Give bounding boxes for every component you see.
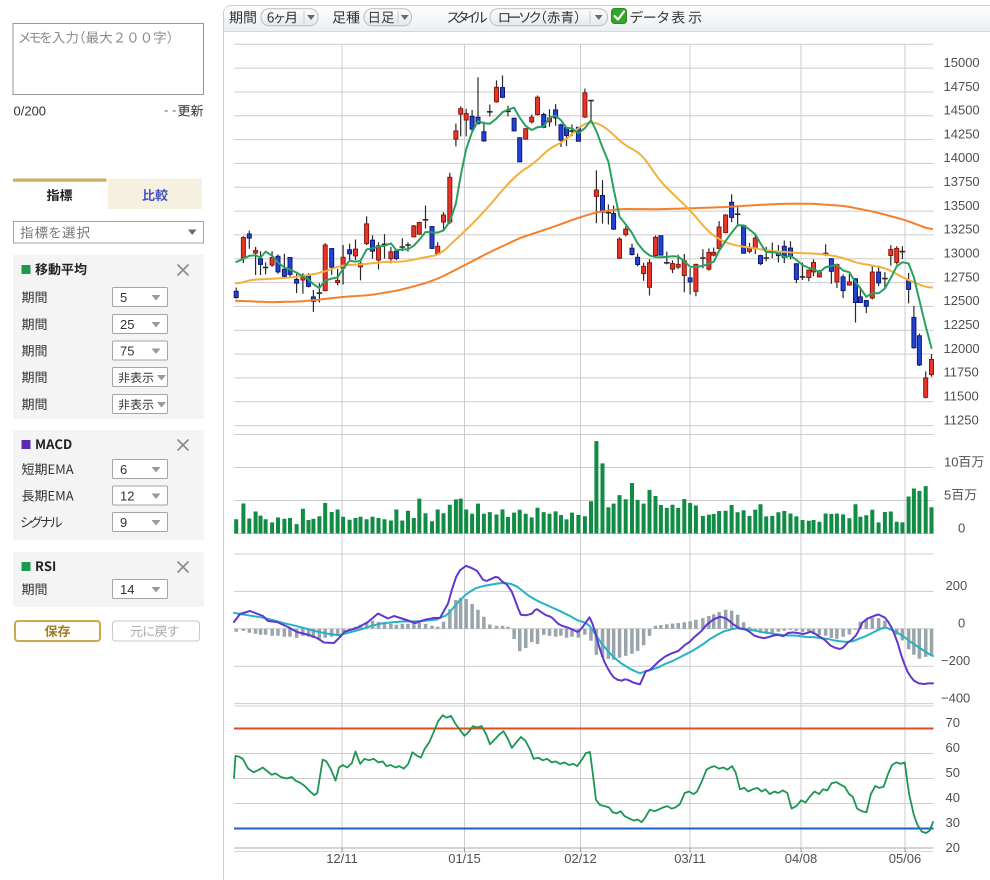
- svg-text:12750: 12750: [944, 269, 980, 284]
- svg-text:14000: 14000: [944, 150, 980, 165]
- svg-text:0: 0: [958, 520, 965, 535]
- svg-text:03/11: 03/11: [674, 851, 706, 866]
- svg-text:70: 70: [946, 715, 960, 730]
- svg-text:0: 0: [958, 616, 965, 631]
- svg-text:20: 20: [946, 840, 960, 855]
- svg-text:200: 200: [946, 578, 968, 593]
- svg-text:13000: 13000: [944, 246, 980, 261]
- svg-text:04/08: 04/08: [785, 851, 818, 866]
- svg-text:13750: 13750: [944, 174, 980, 189]
- svg-text:5: 5: [944, 487, 951, 502]
- svg-text:9: 9: [120, 515, 127, 530]
- svg-text:50: 50: [946, 765, 960, 780]
- svg-text:13250: 13250: [944, 222, 980, 237]
- svg-text:5: 5: [120, 290, 127, 305]
- svg-text:01/15: 01/15: [448, 851, 481, 866]
- svg-text:12500: 12500: [944, 293, 980, 308]
- svg-text:11750: 11750: [944, 365, 979, 380]
- svg-text:02/12: 02/12: [564, 851, 597, 866]
- svg-text:14500: 14500: [944, 103, 980, 118]
- svg-text:30: 30: [946, 815, 960, 830]
- svg-text:60: 60: [946, 740, 960, 755]
- svg-text:6: 6: [120, 462, 127, 477]
- svg-text:−400: −400: [941, 690, 970, 705]
- svg-text:12: 12: [120, 489, 134, 504]
- svg-text:−200: −200: [941, 653, 970, 668]
- svg-text:14250: 14250: [944, 126, 980, 141]
- svg-text:10: 10: [944, 454, 958, 469]
- svg-text:13500: 13500: [944, 198, 980, 213]
- svg-text:11500: 11500: [944, 389, 979, 404]
- svg-text:0/200: 0/200: [14, 104, 47, 119]
- svg-text:12000: 12000: [944, 341, 980, 356]
- svg-text:75: 75: [120, 344, 134, 359]
- svg-text:12250: 12250: [944, 317, 980, 332]
- svg-text:- -: - -: [164, 103, 176, 118]
- svg-text:12/11: 12/11: [326, 851, 358, 866]
- svg-text:14750: 14750: [944, 79, 980, 94]
- svg-text:14: 14: [120, 582, 134, 597]
- svg-text:15000: 15000: [944, 55, 980, 70]
- svg-text:05/06: 05/06: [889, 851, 922, 866]
- svg-text:11250: 11250: [944, 412, 979, 427]
- svg-text:25: 25: [120, 317, 134, 332]
- svg-text:40: 40: [946, 790, 960, 805]
